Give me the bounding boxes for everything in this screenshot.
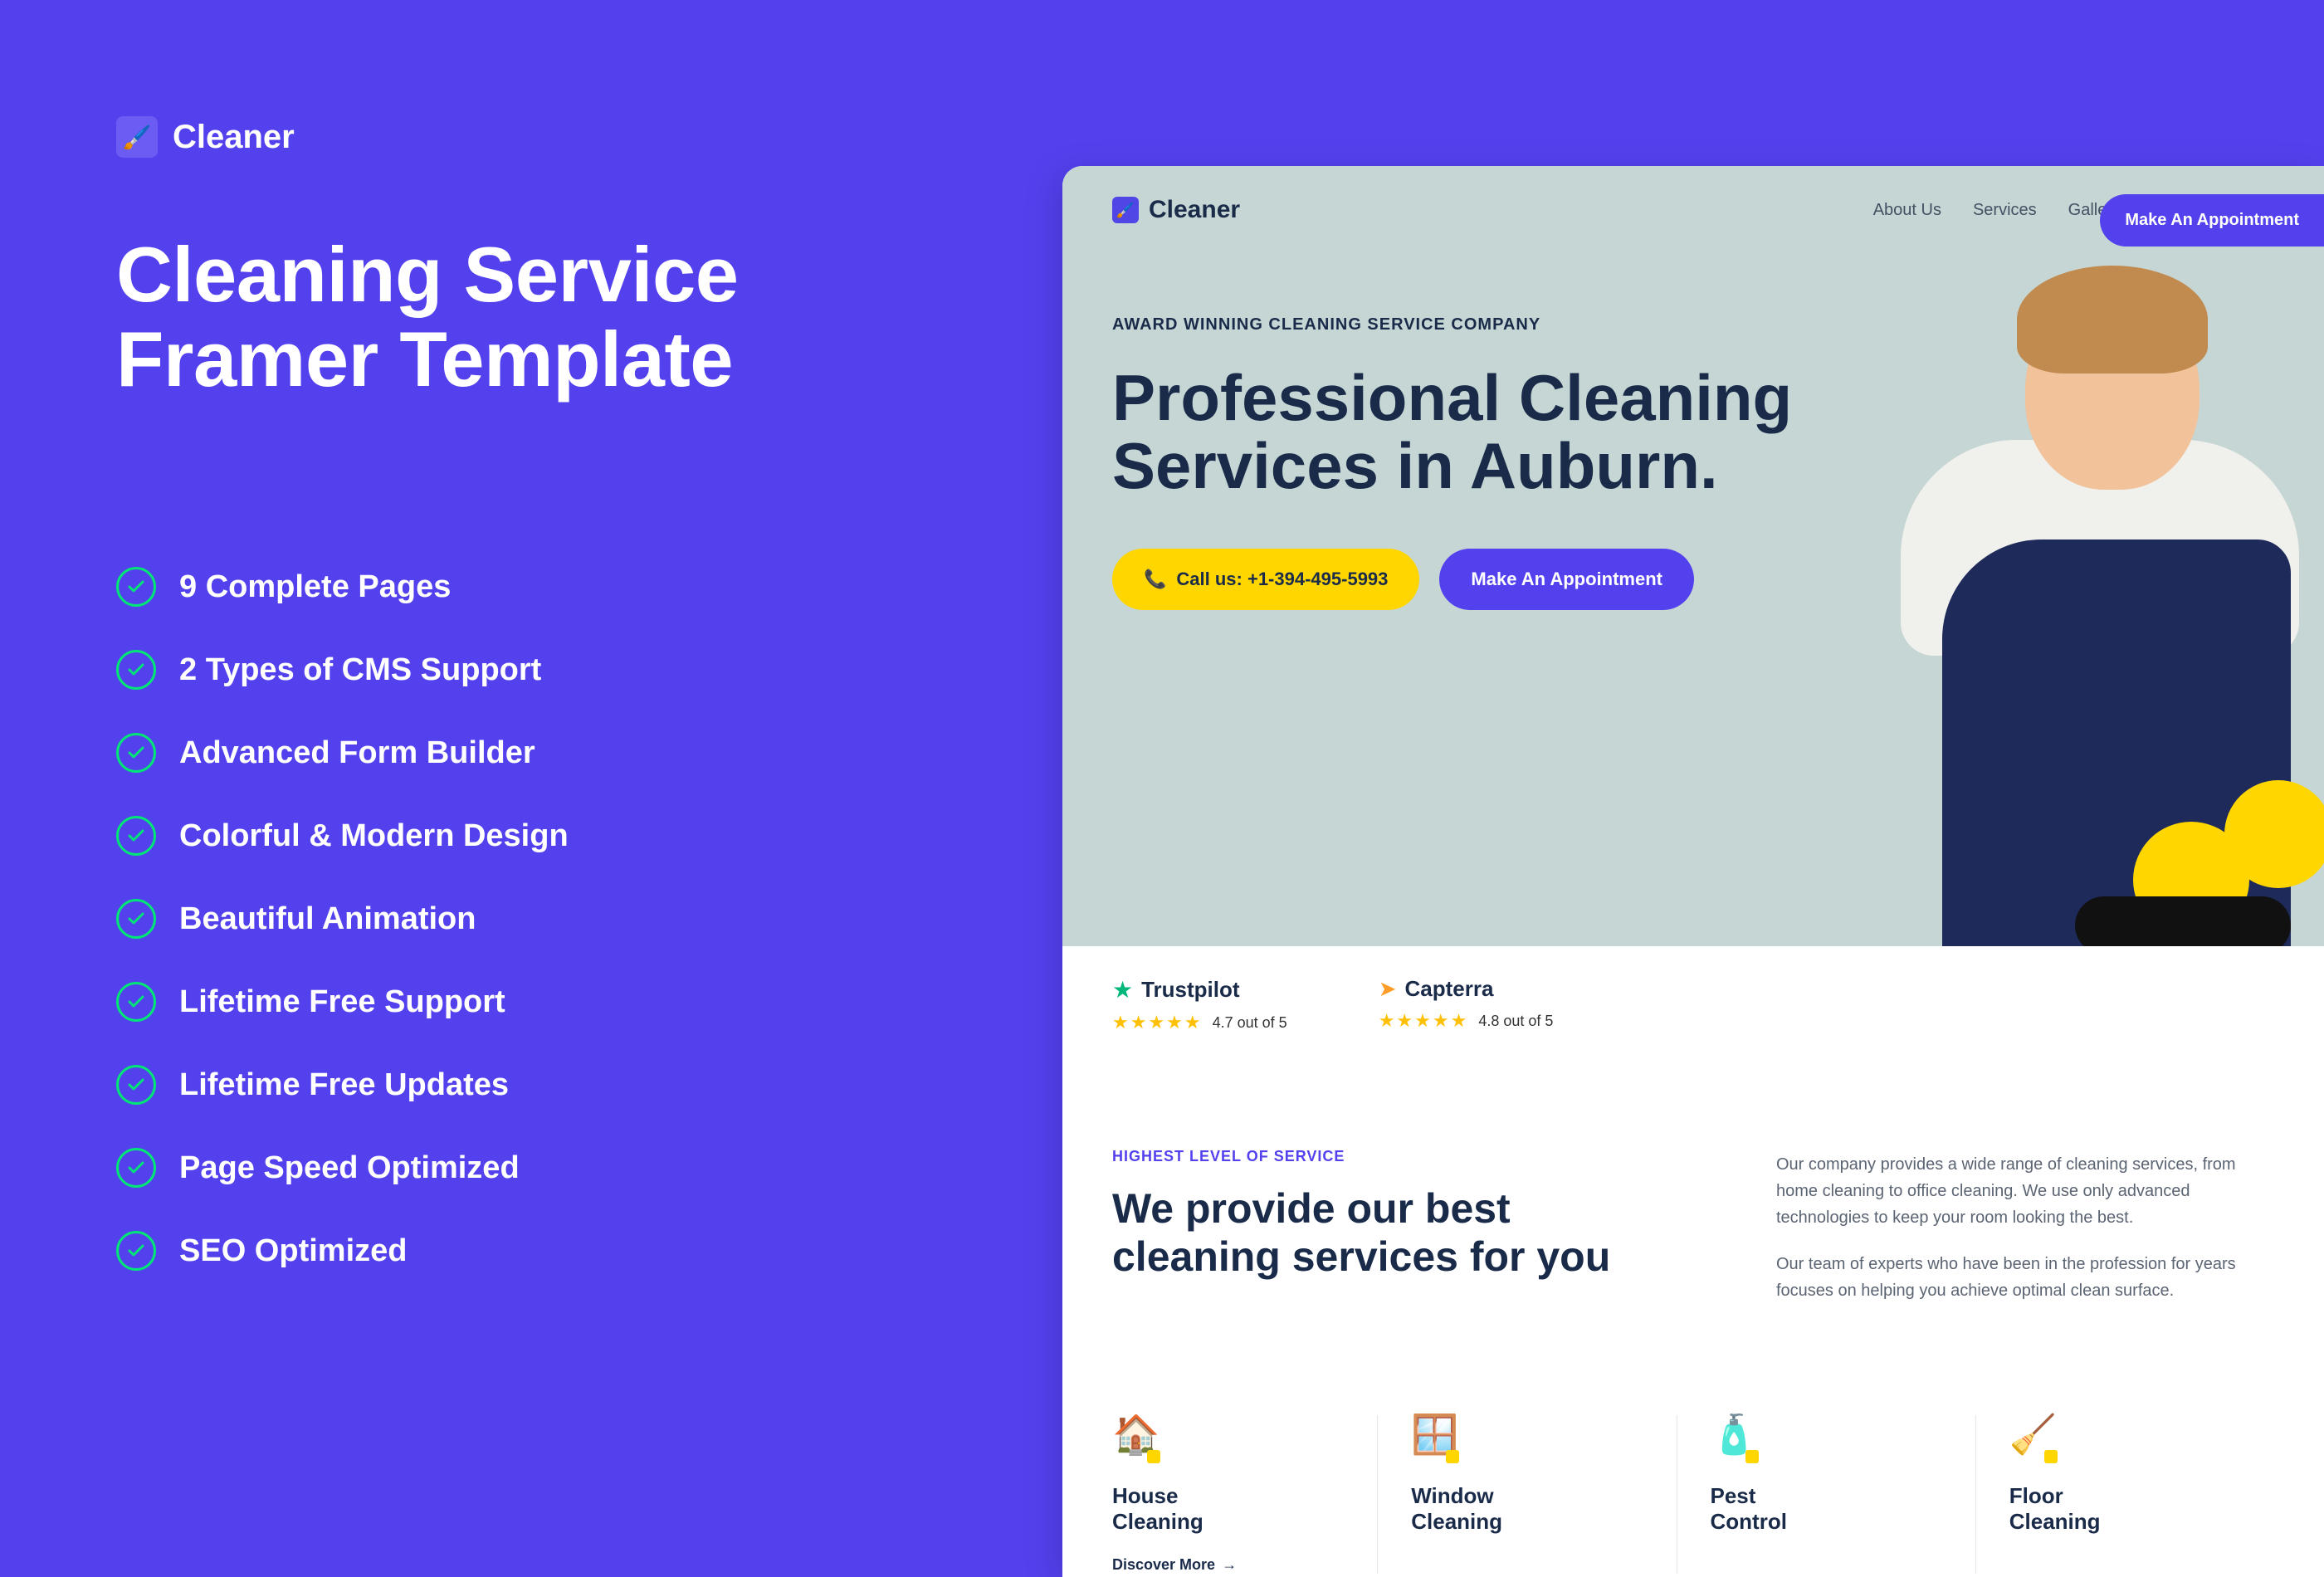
hero-image: [1726, 241, 2324, 946]
service-title: FloorCleaning: [2009, 1483, 2241, 1535]
service-icon: 🧹: [2009, 1415, 2056, 1462]
call-label: Call us: +1-394-495-5993: [1176, 569, 1388, 590]
trust-strip: ★ Trustpilot ★★★★★ 4.7 out of 5 ➤ Capter…: [1062, 946, 1735, 1073]
headline: Cleaning Service Framer Template: [116, 232, 988, 401]
feature-list: 9 Complete Pages 2 Types of CMS Support Ad…: [116, 567, 988, 1271]
hero-title-pre: Professional: [1112, 361, 1501, 434]
section-title: We provide our best cleaning services fo…: [1112, 1185, 1726, 1281]
capterra-rating: 4.8 out of 5: [1478, 1013, 1553, 1030]
feature-text: Page Speed Optimized: [179, 1150, 520, 1186]
service-icon: 🪟: [1411, 1415, 1457, 1462]
discover-more-link[interactable]: Discover More →: [1112, 1556, 1344, 1574]
nav-link[interactable]: Services: [1973, 201, 2037, 220]
service-card[interactable]: 🧴 PestControl: [1677, 1415, 1976, 1574]
check-circle-icon: [116, 567, 156, 607]
section-eyebrow: HIGHEST LEVEL OF SERVICE: [1112, 1148, 1726, 1165]
nav-cta-button[interactable]: Make An Appointment: [2100, 194, 2324, 247]
service-title: WindowCleaning: [1411, 1483, 1643, 1535]
preview-logo[interactable]: 🖌️ Cleaner: [1112, 196, 1240, 224]
section-title-highlight: cleaning: [1112, 1233, 1281, 1282]
check-circle-icon: [116, 1148, 156, 1188]
paint-roller-icon: 🖌️: [1112, 197, 1139, 223]
feature-item: 9 Complete Pages: [116, 567, 988, 607]
check-circle-icon: [116, 982, 156, 1022]
trustpilot-name: Trustpilot: [1141, 977, 1239, 1003]
preview-logo-text: Cleaner: [1149, 196, 1240, 224]
feature-text: Advanced Form Builder: [179, 735, 535, 771]
feature-item: Colorful & Modern Design: [116, 816, 988, 856]
capterra-name: Capterra: [1405, 976, 1494, 1002]
service-card[interactable]: 🧹 FloorCleaning: [1976, 1415, 2274, 1574]
trust-trustpilot: ★ Trustpilot ★★★★★ 4.7 out of 5: [1112, 976, 1287, 1033]
section-title-pre: We provide our best: [1112, 1185, 1511, 1232]
section-para-1: Our company provides a wide range of cle…: [1776, 1151, 2274, 1231]
feature-item: Beautiful Animation: [116, 899, 988, 939]
service-icon: 🧴: [1711, 1415, 1757, 1462]
section-title-post: services for you: [1292, 1233, 1611, 1280]
stars-icon: ★★★★★: [1112, 1012, 1203, 1033]
feature-text: Colorful & Modern Design: [179, 818, 569, 854]
feature-item: Lifetime Free Support: [116, 982, 988, 1022]
feature-item: SEO Optimized: [116, 1231, 988, 1271]
brand-logo: 🖌️ Cleaner: [116, 116, 988, 158]
feature-text: 9 Complete Pages: [179, 569, 451, 605]
paint-roller-icon: 🖌️: [116, 116, 158, 158]
phone-icon: 📞: [1144, 569, 1166, 590]
arrow-right-icon: →: [1222, 1556, 1237, 1574]
check-circle-icon: [116, 899, 156, 939]
service-title: PestControl: [1711, 1483, 1942, 1535]
service-title: HouseCleaning: [1112, 1483, 1344, 1535]
appointment-button[interactable]: Make An Appointment: [1439, 549, 1694, 610]
call-button[interactable]: 📞 Call us: +1-394-495-5993: [1112, 549, 1419, 610]
check-circle-icon: [116, 1065, 156, 1105]
hero-title-post: Services in Auburn.: [1112, 429, 1718, 502]
check-circle-icon: [116, 733, 156, 773]
service-icon: 🏠: [1112, 1415, 1159, 1462]
template-preview: 🖌️ Cleaner About UsServicesGalleryBlogCo…: [1062, 166, 2324, 1577]
section-para-2: Our team of experts who have been in the…: [1776, 1251, 2274, 1304]
trustpilot-star-icon: ★: [1112, 976, 1133, 1003]
feature-text: Lifetime Free Updates: [179, 1067, 509, 1103]
service-card[interactable]: 🏠 HouseCleaning Discover More →: [1112, 1415, 1378, 1574]
check-circle-icon: [116, 816, 156, 856]
check-circle-icon: [116, 1231, 156, 1271]
brand-name: Cleaner: [173, 119, 295, 156]
feature-item: Advanced Form Builder: [116, 733, 988, 773]
hero-section: 🖌️ Cleaner About UsServicesGalleryBlogCo…: [1062, 166, 2324, 946]
nav-link[interactable]: About Us: [1873, 201, 1941, 220]
feature-item: Page Speed Optimized: [116, 1148, 988, 1188]
feature-text: 2 Types of CMS Support: [179, 652, 541, 688]
feature-text: SEO Optimized: [179, 1233, 407, 1269]
feature-item: 2 Types of CMS Support: [116, 650, 988, 690]
feature-text: Lifetime Free Support: [179, 984, 505, 1020]
trust-capterra: ➤ Capterra ★★★★★ 4.8 out of 5: [1379, 976, 1554, 1033]
trustpilot-rating: 4.7 out of 5: [1213, 1014, 1287, 1032]
capterra-arrow-icon: ➤: [1379, 976, 1397, 1002]
check-circle-icon: [116, 650, 156, 690]
feature-item: Lifetime Free Updates: [116, 1065, 988, 1105]
services-grid: 🏠 HouseCleaning Discover More →🪟 WindowC…: [1062, 1324, 2324, 1574]
stars-icon: ★★★★★: [1379, 1010, 1469, 1032]
feature-text: Beautiful Animation: [179, 901, 476, 937]
service-card[interactable]: 🪟 WindowCleaning: [1378, 1415, 1677, 1574]
services-intro: HIGHEST LEVEL OF SERVICE We provide our …: [1062, 1073, 2324, 1324]
